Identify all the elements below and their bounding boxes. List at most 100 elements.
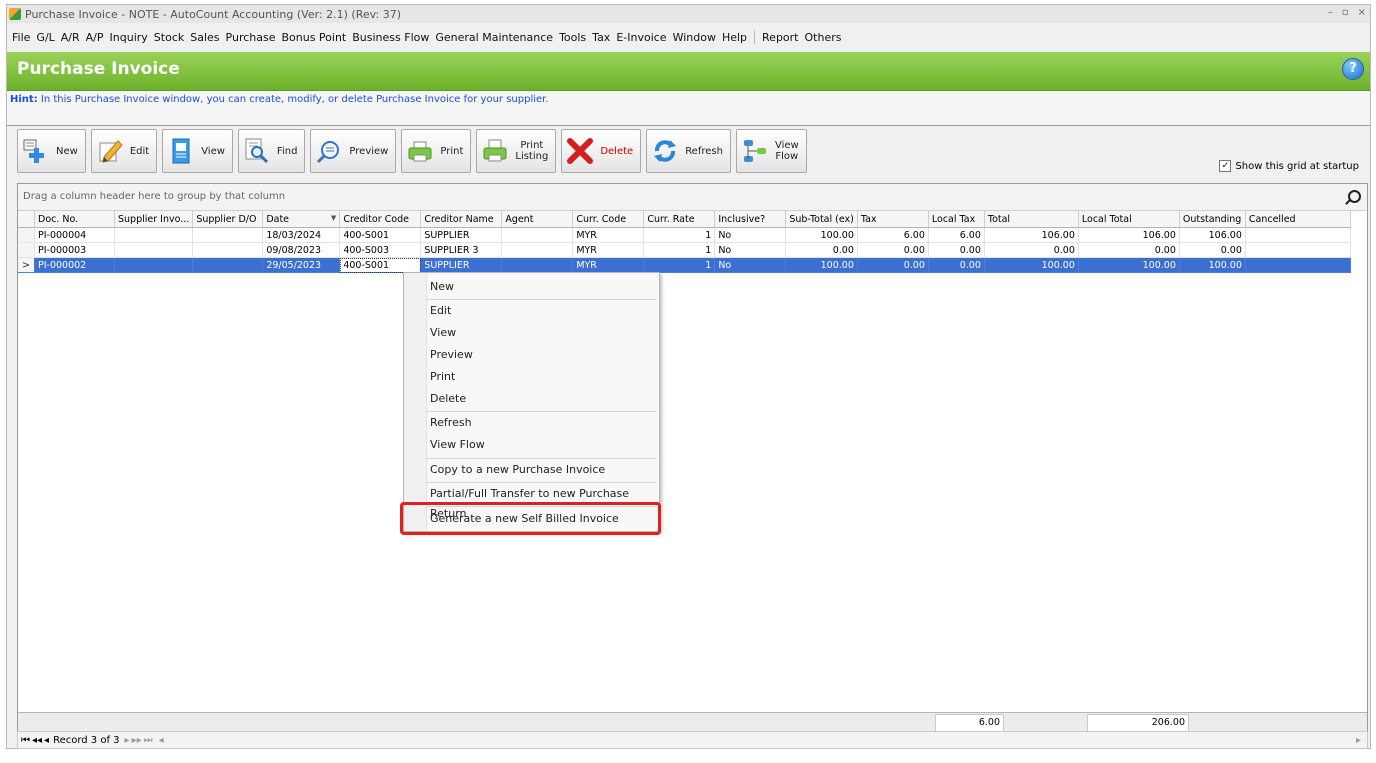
ctx-view[interactable]: View	[430, 323, 456, 343]
print-listing-button[interactable]: Print Listing	[476, 129, 557, 173]
startup-checkbox[interactable]: ✓	[1219, 160, 1232, 172]
show-at-startup[interactable]: ✓ Show this grid at startup	[1219, 160, 1359, 172]
col-local-tax[interactable]: Local Tax	[928, 211, 985, 228]
cell-local-tax: 0.00	[928, 242, 985, 258]
menu-gl[interactable]: G/L	[33, 31, 57, 44]
col-supplier-invoice[interactable]: Supplier Invo...	[114, 211, 194, 228]
menu-ar[interactable]: A/R	[58, 31, 83, 44]
view-flow-label: View Flow	[775, 140, 799, 162]
highlight-box	[400, 502, 661, 535]
cell-agent	[501, 242, 574, 258]
cell-curr-rate: 1	[643, 227, 716, 243]
preview-button[interactable]: Preview	[310, 129, 397, 173]
close-button[interactable]: ×	[1358, 7, 1366, 18]
ctx-print[interactable]: Print	[430, 367, 455, 387]
ctx-edit[interactable]: Edit	[430, 301, 451, 321]
next-page-button[interactable]: ▸▸	[132, 735, 142, 746]
col-tax[interactable]: Tax	[857, 211, 929, 228]
menu-others[interactable]: Others	[802, 31, 845, 44]
col-creditor-name[interactable]: Creditor Name	[420, 211, 503, 228]
table-row[interactable]: PI-000004 18/03/2024 400-S001 SUPPLIER M…	[18, 227, 1351, 243]
col-doc-no[interactable]: Doc. No.	[34, 211, 115, 228]
prev-page-button[interactable]: ◂◂	[32, 735, 42, 746]
menu-help[interactable]: Help	[719, 31, 750, 44]
cell-supplier-invoice	[114, 242, 194, 258]
menu-bonus-point[interactable]: Bonus Point	[278, 31, 349, 44]
menu-general-maintenance[interactable]: General Maintenance	[432, 31, 556, 44]
col-agent[interactable]: Agent	[501, 211, 574, 228]
col-subtotal[interactable]: Sub-Total (ex)	[785, 211, 858, 228]
col-total[interactable]: Total	[984, 211, 1079, 228]
col-curr-code[interactable]: Curr. Code	[572, 211, 645, 228]
refresh-button[interactable]: Refresh	[646, 129, 731, 173]
record-navigator: ⏮ ◂◂ ◂ Record 3 of 3 ▸ ▸▸ ⏭ ◂ ▸	[17, 731, 1368, 749]
find-button[interactable]: Find	[237, 129, 306, 173]
col-local-total[interactable]: Local Total	[1078, 211, 1180, 228]
cell-tax: 6.00	[857, 227, 929, 243]
col-curr-rate[interactable]: Curr. Rate	[643, 211, 716, 228]
menu-tools[interactable]: Tools	[556, 31, 589, 44]
col-date-label: Date	[266, 213, 290, 225]
scroll-right-button[interactable]: ▸	[1356, 735, 1361, 746]
search-icon[interactable]	[1348, 190, 1361, 203]
delete-x-icon	[567, 138, 594, 164]
menu-business-flow[interactable]: Business Flow	[349, 31, 432, 44]
cell-date: 29/05/2023	[262, 257, 341, 273]
print-button[interactable]: Print	[401, 129, 472, 173]
cell-tax: 0.00	[857, 242, 929, 258]
printer-listing-icon	[483, 139, 507, 162]
view-button[interactable]: View	[162, 129, 233, 173]
row-indicator-header	[18, 211, 35, 228]
menu-tax[interactable]: Tax	[589, 31, 613, 44]
menu-stock[interactable]: Stock	[151, 31, 187, 44]
ctx-delete[interactable]: Delete	[430, 389, 466, 409]
col-creditor-code[interactable]: Creditor Code	[339, 211, 422, 228]
delete-button[interactable]: Delete	[561, 129, 642, 173]
ctx-new[interactable]: New	[430, 277, 454, 297]
table-row[interactable]: PI-000003 09/08/2023 400-S003 SUPPLIER 3…	[18, 242, 1351, 258]
ctx-preview[interactable]: Preview	[430, 345, 473, 365]
menu-purchase[interactable]: Purchase	[223, 31, 279, 44]
col-cancelled[interactable]: Cancelled	[1245, 211, 1351, 228]
scroll-left-button[interactable]: ◂	[159, 735, 164, 746]
cell-outstanding: 0.00	[1179, 242, 1246, 258]
col-date[interactable]: Date ▼	[262, 211, 341, 228]
edit-button[interactable]: Edit	[90, 129, 158, 173]
menu-inquiry[interactable]: Inquiry	[107, 31, 151, 44]
ctx-transfer-to-purchase-return[interactable]: Partial/Full Transfer to new Purchase Re…	[430, 484, 659, 520]
cell-inclusive: No	[714, 242, 787, 258]
context-menu: New Edit View Preview Print Delete Refre…	[403, 272, 660, 532]
col-supplier-do[interactable]: Supplier D/O	[192, 211, 264, 228]
menu-file[interactable]: File	[9, 31, 33, 44]
startup-label: Show this grid at startup	[1235, 160, 1359, 172]
menu-report[interactable]: Report	[759, 31, 801, 44]
help-icon[interactable]: ?	[1342, 58, 1364, 80]
cell-creditor-code-focused[interactable]: 400-S001	[339, 257, 422, 273]
page-banner: Purchase Invoice ?	[7, 52, 1370, 91]
table-row-selected[interactable]: > PI-000002 29/05/2023 400-S001 SUPPLIER…	[18, 257, 1351, 273]
print-listing-label: Print Listing	[515, 140, 548, 162]
ctx-copy-to-new-invoice[interactable]: Copy to a new Purchase Invoice	[430, 460, 605, 480]
new-button[interactable]: New	[17, 129, 86, 173]
view-flow-button[interactable]: View Flow	[735, 129, 807, 173]
cell-curr-rate: 1	[643, 257, 716, 273]
view-label: View	[201, 145, 225, 157]
menu-window[interactable]: Window	[670, 31, 719, 44]
first-record-button[interactable]: ⏮	[21, 735, 30, 746]
cell-supplier-do	[192, 257, 264, 273]
minimize-button[interactable]: –	[1328, 7, 1333, 18]
col-inclusive[interactable]: Inclusive?	[714, 211, 787, 228]
col-outstanding[interactable]: Outstanding	[1179, 211, 1246, 228]
next-record-button[interactable]: ▸	[125, 735, 130, 746]
group-by-panel[interactable]: Drag a column header here to group by th…	[18, 184, 1367, 211]
menu-sales[interactable]: Sales	[187, 31, 222, 44]
maximize-button[interactable]: ▫	[1342, 7, 1349, 18]
menu-ap[interactable]: A/P	[83, 31, 107, 44]
cell-total: 0.00	[984, 242, 1079, 258]
menu-e-invoice[interactable]: E-Invoice	[613, 31, 669, 44]
ctx-refresh[interactable]: Refresh	[430, 413, 472, 433]
ctx-view-flow[interactable]: View Flow	[430, 435, 485, 455]
last-record-button[interactable]: ⏭	[144, 735, 153, 746]
prev-record-button[interactable]: ◂	[44, 735, 49, 746]
view-flow-label-line2: Flow	[775, 151, 799, 162]
